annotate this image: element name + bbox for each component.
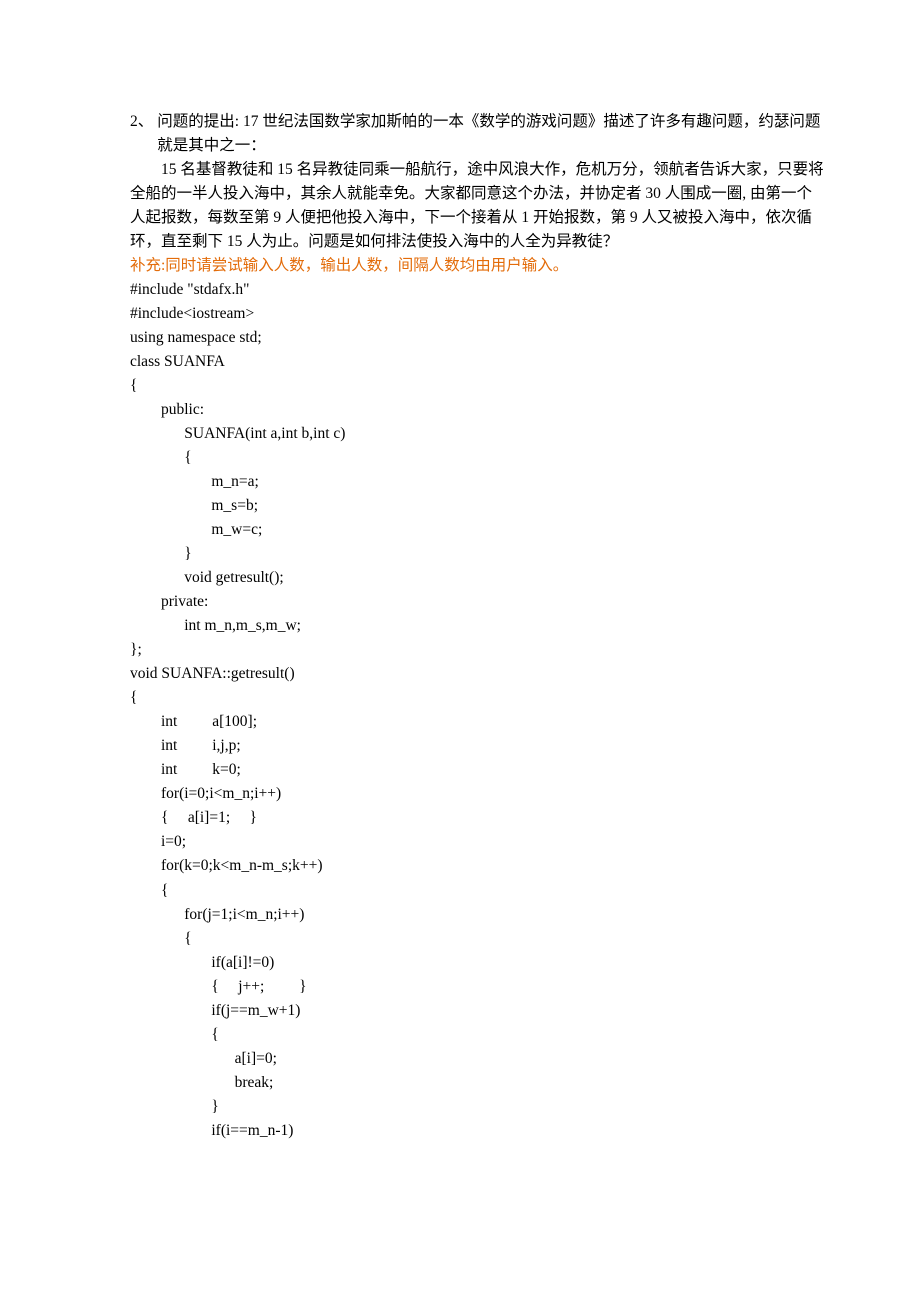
code-line: for(j=1;i<m_n;i++)	[130, 903, 825, 927]
code-line: void SUANFA::getresult()	[130, 662, 825, 686]
code-line: m_s=b;	[130, 494, 825, 518]
code-line: a[i]=0;	[130, 1047, 825, 1071]
code-line: }	[130, 1095, 825, 1119]
code-line: i=0;	[130, 830, 825, 854]
supplement-text: 补充:同时请尝试输入人数，输出人数，间隔人数均由用户输入。	[130, 254, 825, 278]
code-line: {	[130, 686, 825, 710]
code-line: };	[130, 638, 825, 662]
code-line: if(a[i]!=0)	[130, 951, 825, 975]
code-line: {	[130, 1023, 825, 1047]
code-line: if(j==m_w+1)	[130, 999, 825, 1023]
question-title: 问题的提出: 17 世纪法国数学家加斯帕的一本《数学的游戏问题》描述了许多有趣问…	[157, 110, 825, 158]
code-line: m_w=c;	[130, 518, 825, 542]
code-line: using namespace std;	[130, 326, 825, 350]
question-number: 2、	[130, 110, 157, 158]
code-line: if(i==m_n-1)	[130, 1119, 825, 1143]
document-page: 2、 问题的提出: 17 世纪法国数学家加斯帕的一本《数学的游戏问题》描述了许多…	[0, 0, 920, 1203]
code-line: int i,j,p;	[130, 734, 825, 758]
code-line: {	[130, 879, 825, 903]
code-line: {	[130, 927, 825, 951]
question-header-row: 2、 问题的提出: 17 世纪法国数学家加斯帕的一本《数学的游戏问题》描述了许多…	[130, 110, 825, 158]
code-line: int m_n,m_s,m_w;	[130, 614, 825, 638]
code-line: break;	[130, 1071, 825, 1095]
code-line: #include<iostream>	[130, 302, 825, 326]
code-line: class SUANFA	[130, 350, 825, 374]
problem-paragraph: 15 名基督教徒和 15 名异教徒同乘一船航行，途中风浪大作，危机万分，领航者告…	[130, 158, 825, 254]
code-line: }	[130, 542, 825, 566]
code-line: private:	[130, 590, 825, 614]
code-line: int a[100];	[130, 710, 825, 734]
code-line: for(i=0;i<m_n;i++)	[130, 782, 825, 806]
code-line: #include "stdafx.h"	[130, 278, 825, 302]
code-line: { a[i]=1; }	[130, 806, 825, 830]
code-line: int k=0;	[130, 758, 825, 782]
code-line: public:	[130, 398, 825, 422]
code-block: #include "stdafx.h"#include<iostream>usi…	[130, 278, 825, 1143]
code-line: { j++; }	[130, 975, 825, 999]
code-line: SUANFA(int a,int b,int c)	[130, 422, 825, 446]
code-line: {	[130, 374, 825, 398]
code-line: {	[130, 446, 825, 470]
code-line: void getresult();	[130, 566, 825, 590]
code-line: for(k=0;k<m_n-m_s;k++)	[130, 854, 825, 878]
code-line: m_n=a;	[130, 470, 825, 494]
